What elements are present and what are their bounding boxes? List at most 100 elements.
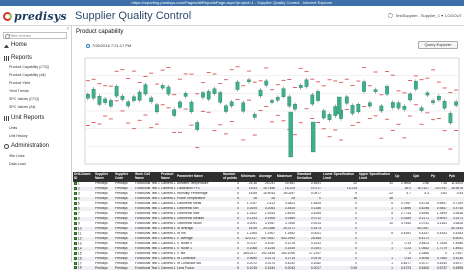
column-header[interactable]: Lower Specification Limit [322,172,358,182]
administration-gear-icon [4,143,9,149]
table-cell: Camera 1.0 [160,246,176,252]
box [298,85,303,88]
app-title: Supplier Quality Control [75,10,192,22]
box [321,110,326,119]
drill-down-id: 11 [77,231,82,236]
column-header[interactable]: Supplier Name [94,172,114,182]
column-header[interactable]: Product Name [160,172,176,182]
table-cell: Camera 1.0 [160,211,176,217]
predisys-logo[interactable]: predisys [3,9,73,23]
table-body: 1 Predisys Predisys Functional Test 1 Camera… [73,182,464,271]
user-menu[interactable]: TestSupplier - Supplier_1 ▾ [395,13,443,18]
table-header-row: Drill-Down ID Supplier Name Supplier Code W… [73,172,464,182]
tall-box [337,96,342,115]
box [264,80,269,86]
sidebar-section-label: Reports [11,55,33,61]
box [293,104,297,110]
sidebar-section-unit-reports[interactable]: Unit Reports [4,115,44,121]
box [258,89,263,97]
column-header[interactable]: Maximum [276,172,296,182]
box [235,81,240,90]
box [252,114,257,118]
box [436,95,441,101]
table-cell: 1 [358,265,394,271]
table-cell: Functional Test 1 [134,221,160,227]
column-header[interactable]: Standard Deviation [296,172,322,182]
table-cell: Predisys [114,265,134,271]
sidebar-item-admin[interactable]: Site Links [9,154,25,158]
table-cell: Camera 1.0 [160,216,176,222]
sidebar-search-input[interactable]: Filter entries [3,32,67,39]
table-cell: 50.2534 [448,226,464,232]
sidebar-item-report[interactable]: Product Capability (CTQ) [9,65,49,69]
table-cell: 5 [222,265,240,271]
drill-down-id: 18 [77,265,82,270]
column-header[interactable]: Pp [430,172,448,182]
column-header[interactable]: Parameter Name [176,172,222,182]
sidebar-item-report[interactable]: Yield Trends [9,89,29,93]
tall-box [310,121,316,153]
sidebar: ‹ Filter entries Home Reports Product Ca… [0,26,72,262]
table-cell: Camera 1.0 [160,191,176,197]
settings-gear-icon[interactable] [388,13,394,18]
column-header[interactable]: Work Cell Name [134,172,160,182]
sidebar-item-report[interactable]: Product Capability (All) [9,73,46,77]
sidebar-item-admin[interactable]: Data Load [9,162,26,166]
box [390,102,395,108]
column-header[interactable]: Cp [394,172,412,182]
drill-down-id: 9 [77,221,80,226]
table-cell: 0.2043 [276,265,296,271]
sidebar-item-home[interactable]: Home [4,42,27,48]
main-content: Product capability 7/26/2016 7:21:17 PM … [73,26,464,271]
sidebar-item-unit[interactable]: Units [9,126,17,130]
column-header[interactable]: Upper Specification Limit [358,172,394,182]
refresh-icon[interactable] [86,43,90,48]
sidebar-section-label: Administration [11,143,50,149]
sidebar-item-unit[interactable]: Unit History [9,134,28,138]
column-header[interactable]: Ppk [448,172,464,182]
table-cell: 0.6737 [430,265,448,271]
box [114,86,119,97]
table-cell: Camera 1.0 [160,221,176,227]
column-header[interactable]: Minimum [240,172,258,182]
box [97,96,102,105]
box [206,91,211,100]
logo-mark-icon [3,11,12,21]
box [132,96,136,101]
sidebar-section-reports[interactable]: Reports [4,55,32,61]
box [103,98,108,103]
sidebar-section-administration[interactable]: Administration [4,143,49,149]
box [379,105,384,112]
sidebar-item-report[interactable]: SPC Values (All) [9,105,36,109]
collapse-sidebar-icon[interactable]: ‹ [67,26,69,32]
table-cell: Functional Test 1 [134,256,160,262]
table-cell: 16.9678 [448,186,464,192]
table-cell: 192.3445 [258,251,276,257]
date-filter[interactable]: 7/26/2016 7:21:17 PM [86,43,131,48]
column-header[interactable]: Number of points [222,172,240,182]
box [218,92,223,103]
table-cell: Predisys [94,265,114,271]
column-header[interactable]: Drill-Down ID [73,172,94,182]
drill-down-id: 6 [77,206,80,211]
box [367,102,372,107]
box [247,79,251,82]
column-header[interactable]: Average [258,172,276,182]
table-cell: Functional Test 1 [134,251,160,257]
box [270,100,274,103]
logout-link[interactable]: LOGOUT [445,13,462,18]
box [149,97,154,102]
table-cell: Camera 1.0 [160,241,176,247]
column-header[interactable]: Supplier Code [114,172,134,182]
query-explorer-button[interactable]: Query Explorer [418,41,458,49]
sidebar-item-report[interactable]: Product Yield [9,81,30,85]
box [160,85,165,89]
box [178,101,182,108]
table-cell: Camera 1.0 [160,196,176,202]
table-cell: Camera 1.0 [160,186,176,192]
column-header[interactable]: Cpk [412,172,430,182]
sidebar-item-report[interactable]: SPC Values (CTQ) [9,97,39,101]
box [166,86,171,95]
table-cell: Functional Test 1 [134,196,160,202]
table-row[interactable]: 18 Predisys Predisys Functional Test 1 Camer… [73,265,464,271]
